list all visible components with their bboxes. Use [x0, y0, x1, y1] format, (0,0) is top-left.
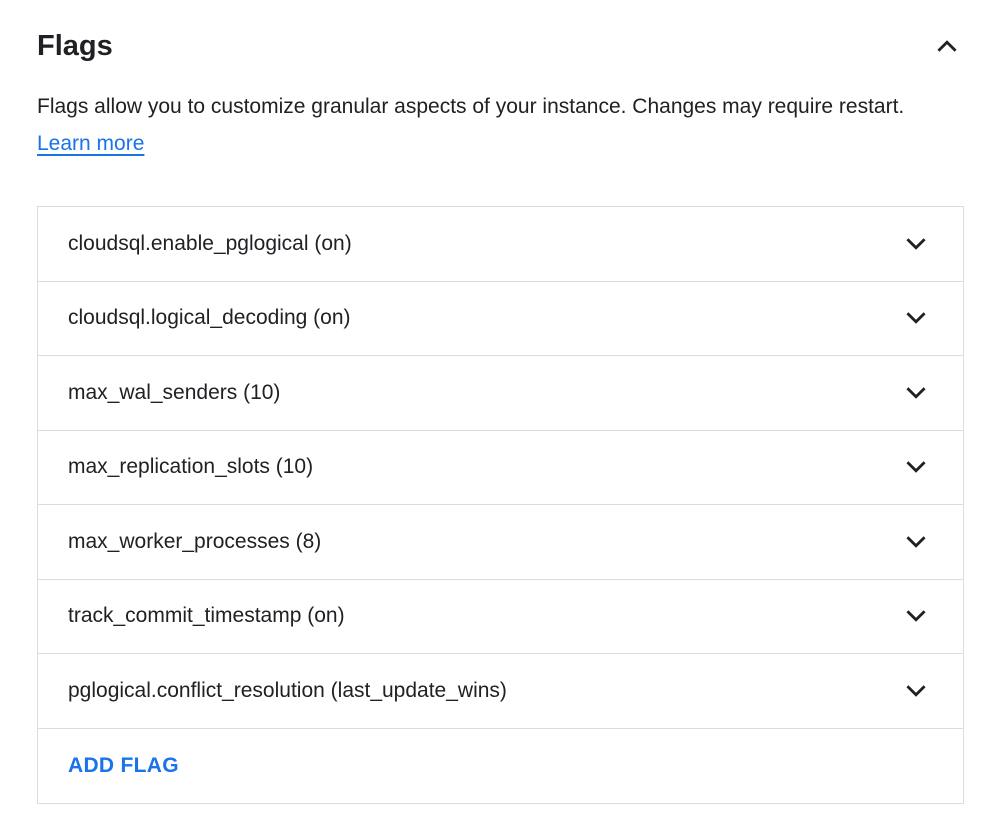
add-flag-row: ADD FLAG: [38, 729, 963, 803]
expand-flag-button[interactable]: [903, 305, 929, 331]
collapse-section-button[interactable]: [931, 30, 963, 62]
learn-more-link[interactable]: Learn more: [37, 132, 144, 155]
flag-row[interactable]: cloudsql.enable_pglogical (on): [38, 207, 963, 282]
flag-label: track_commit_timestamp (on): [68, 604, 345, 628]
description-text: Flags allow you to customize granular as…: [37, 95, 904, 118]
chevron-down-icon: [903, 529, 929, 555]
expand-flag-button[interactable]: [903, 454, 929, 480]
flag-row[interactable]: pglogical.conflict_resolution (last_upda…: [38, 654, 963, 729]
flag-row[interactable]: track_commit_timestamp (on): [38, 580, 963, 655]
flag-row[interactable]: max_worker_processes (8): [38, 505, 963, 580]
flag-row[interactable]: max_wal_senders (10): [38, 356, 963, 431]
flag-row[interactable]: max_replication_slots (10): [38, 431, 963, 506]
flag-label: max_replication_slots (10): [68, 455, 313, 479]
flag-label: max_worker_processes (8): [68, 530, 321, 554]
expand-flag-button[interactable]: [903, 603, 929, 629]
expand-flag-button[interactable]: [903, 380, 929, 406]
add-flag-button[interactable]: ADD FLAG: [68, 754, 179, 778]
flag-label: pglogical.conflict_resolution (last_upda…: [68, 679, 507, 703]
flag-row[interactable]: cloudsql.logical_decoding (on): [38, 282, 963, 357]
expand-flag-button[interactable]: [903, 678, 929, 704]
flags-list: cloudsql.enable_pglogical (on) cloudsql.…: [37, 206, 964, 804]
chevron-down-icon: [903, 231, 929, 257]
expand-flag-button[interactable]: [903, 231, 929, 257]
chevron-down-icon: [903, 305, 929, 331]
flag-label: cloudsql.logical_decoding (on): [68, 306, 351, 330]
chevron-down-icon: [903, 603, 929, 629]
flag-label: max_wal_senders (10): [68, 381, 280, 405]
section-description: Flags allow you to customize granular as…: [37, 88, 957, 162]
chevron-up-icon: [934, 33, 960, 59]
chevron-down-icon: [903, 380, 929, 406]
expand-flag-button[interactable]: [903, 529, 929, 555]
chevron-down-icon: [903, 454, 929, 480]
flags-section-header: Flags: [37, 22, 963, 70]
section-title: Flags: [37, 28, 113, 64]
chevron-down-icon: [903, 678, 929, 704]
flag-label: cloudsql.enable_pglogical (on): [68, 232, 352, 256]
